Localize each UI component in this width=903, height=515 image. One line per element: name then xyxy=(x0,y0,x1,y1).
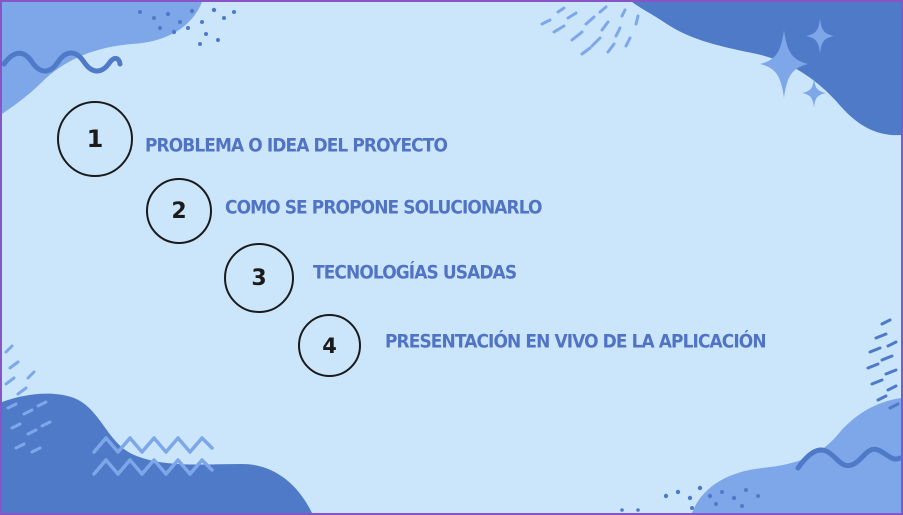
blob-top-right xyxy=(632,2,901,136)
dash-pattern-top-right xyxy=(540,5,640,56)
blob-bottom-left xyxy=(2,393,312,513)
agenda-item-4: 4 PRESENTACIÓN EN VIVO DE LA APLICACIÓN xyxy=(298,314,767,377)
agenda-item-label: COMO SE PROPONE SOLUCIONARLO xyxy=(225,196,542,220)
agenda-item-3: 3 TECNOLOGÍAS USADAS xyxy=(224,243,517,313)
agenda-item-label: PRESENTACIÓN EN VIVO DE LA APLICACIÓN xyxy=(385,330,767,353)
step-number-circle: 4 xyxy=(298,314,361,377)
agenda-item-2: 2 COMO SE PROPONE SOLUCIONARLO xyxy=(146,178,542,244)
agenda-item-label: PROBLEMA O IDEA DEL PROYECTO xyxy=(145,134,448,158)
slide-canvas: 1 PROBLEMA O IDEA DEL PROYECTO 2 COMO SE… xyxy=(0,0,903,515)
agenda-item-label: TECNOLOGÍAS USADAS xyxy=(313,261,517,285)
agenda-item-1: 1 PROBLEMA O IDEA DEL PROYECTO xyxy=(57,101,448,177)
step-number-circle: 2 xyxy=(146,178,212,244)
step-number-circle: 1 xyxy=(57,101,133,177)
blob-bottom-right xyxy=(692,398,901,513)
dash-pattern-bottom-right xyxy=(866,318,900,410)
step-number-circle: 3 xyxy=(224,243,294,313)
